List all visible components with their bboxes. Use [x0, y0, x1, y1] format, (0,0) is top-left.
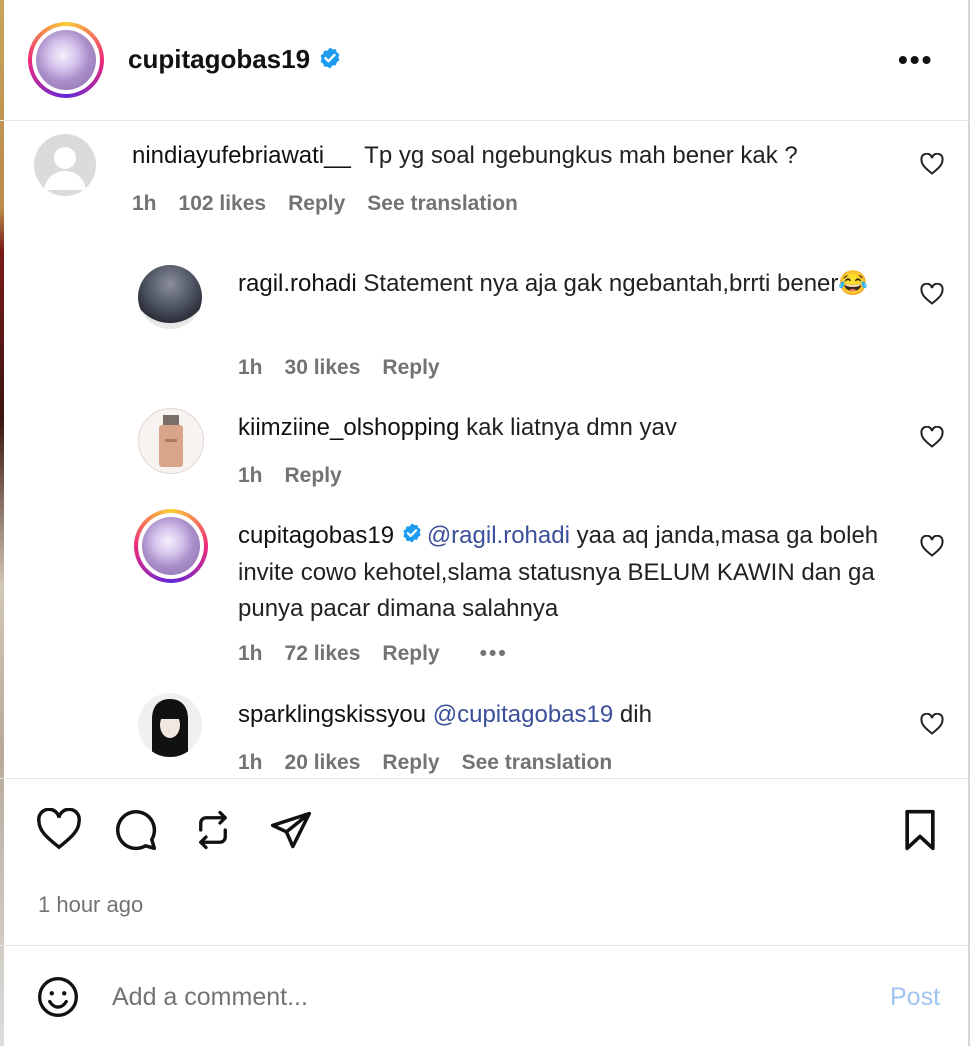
- comment-text: Statement nya aja gak ngebantah,brrti be…: [363, 270, 839, 297]
- comment-body: ragil.rohadi Statement nya aja gak ngeba…: [238, 266, 888, 302]
- post-author[interactable]: cupitagobas19: [128, 44, 342, 77]
- user-avatar[interactable]: [138, 693, 202, 757]
- see-translation-button[interactable]: See translation: [367, 192, 518, 215]
- comment-likes[interactable]: 30 likes: [285, 356, 361, 379]
- comment-meta: 1h 20 likes Reply See translation: [238, 751, 634, 775]
- reply-button[interactable]: Reply: [382, 642, 439, 665]
- comment-time: 1h: [132, 192, 157, 215]
- product-bottle-icon: [159, 415, 183, 467]
- comment-body: nindiayufebriawati__ Tp yg soal ngebungk…: [132, 138, 892, 174]
- user-avatar[interactable]: [138, 408, 204, 474]
- paper-plane-icon[interactable]: [268, 808, 314, 857]
- laughing-emoji: 😂: [838, 270, 869, 297]
- comment-username[interactable]: nindiayufebriawati__: [132, 142, 351, 169]
- reply-button[interactable]: Reply: [382, 751, 439, 774]
- smiley-icon[interactable]: [36, 975, 80, 1024]
- reply-button[interactable]: Reply: [288, 192, 345, 215]
- reply-button[interactable]: Reply: [382, 356, 439, 379]
- comment-more-button[interactable]: •••: [480, 642, 508, 665]
- bookmark-icon[interactable]: [900, 808, 940, 857]
- comment-likes[interactable]: 102 likes: [179, 192, 267, 215]
- comment-likes[interactable]: 72 likes: [285, 642, 361, 665]
- comment-username[interactable]: ragil.rohadi: [238, 270, 357, 297]
- comment-body: kiimziine_olshopping kak liatnya dmn yav: [238, 410, 888, 446]
- heart-icon[interactable]: [36, 807, 82, 855]
- comment-meta: 1h 72 likes Reply •••: [238, 642, 530, 666]
- see-translation-button[interactable]: See translation: [462, 751, 613, 774]
- comment-body: sparklingskissyou @cupitagobas19 dih: [238, 697, 888, 733]
- mention-link[interactable]: @cupitagobas19: [433, 701, 614, 728]
- like-comment-heart-icon[interactable]: [920, 534, 944, 557]
- like-comment-heart-icon[interactable]: [920, 425, 944, 448]
- mention-link[interactable]: @ragil.rohadi: [427, 522, 570, 549]
- user-avatar[interactable]: [138, 265, 202, 329]
- repost-icon[interactable]: [192, 808, 234, 857]
- comment-meta: 1h Reply: [238, 464, 364, 488]
- post-author-name[interactable]: cupitagobas19: [128, 44, 310, 74]
- comment-time: 1h: [238, 464, 263, 487]
- comment-input[interactable]: Add a comment...: [112, 983, 308, 1012]
- comment-text: dih: [619, 701, 652, 728]
- post-actions: [0, 778, 970, 946]
- post-header: cupitagobas19 •••: [0, 0, 970, 121]
- post-button[interactable]: Post: [890, 983, 940, 1012]
- comment-likes[interactable]: 20 likes: [285, 751, 361, 774]
- comment-username[interactable]: kiimziine_olshopping: [238, 414, 459, 441]
- comment-time: 1h: [238, 751, 263, 774]
- reply-button[interactable]: Reply: [285, 464, 342, 487]
- comment-text: kak liatnya dmn yav: [466, 414, 677, 441]
- verified-badge-icon: [318, 46, 342, 77]
- comment-text: Tp yg soal ngebungkus mah bener kak ?: [364, 142, 798, 169]
- comment-bubble-icon[interactable]: [114, 808, 158, 857]
- comment-username[interactable]: sparklingskissyou: [238, 701, 426, 728]
- post-timestamp: 1 hour ago: [38, 892, 144, 917]
- author-avatar[interactable]: [134, 509, 208, 583]
- verified-badge-icon: [401, 519, 423, 555]
- comment-meta: 1h 30 likes Reply: [238, 356, 462, 380]
- comment-time: 1h: [238, 356, 263, 379]
- user-photo-icon: [152, 699, 188, 757]
- more-options-button[interactable]: •••: [898, 44, 933, 76]
- like-comment-heart-icon[interactable]: [920, 282, 944, 305]
- comment-meta: 1h 102 likes Reply See translation: [132, 192, 540, 216]
- default-avatar[interactable]: [34, 134, 96, 196]
- like-comment-heart-icon[interactable]: [920, 712, 944, 735]
- comment-time: 1h: [238, 642, 263, 665]
- like-comment-heart-icon[interactable]: [920, 152, 944, 175]
- comment-username[interactable]: cupitagobas19: [238, 522, 394, 549]
- author-avatar[interactable]: [28, 22, 104, 98]
- comment-body: cupitagobas19 @ragil.rohadi yaa aq janda…: [238, 518, 888, 627]
- default-user-icon: [44, 147, 86, 190]
